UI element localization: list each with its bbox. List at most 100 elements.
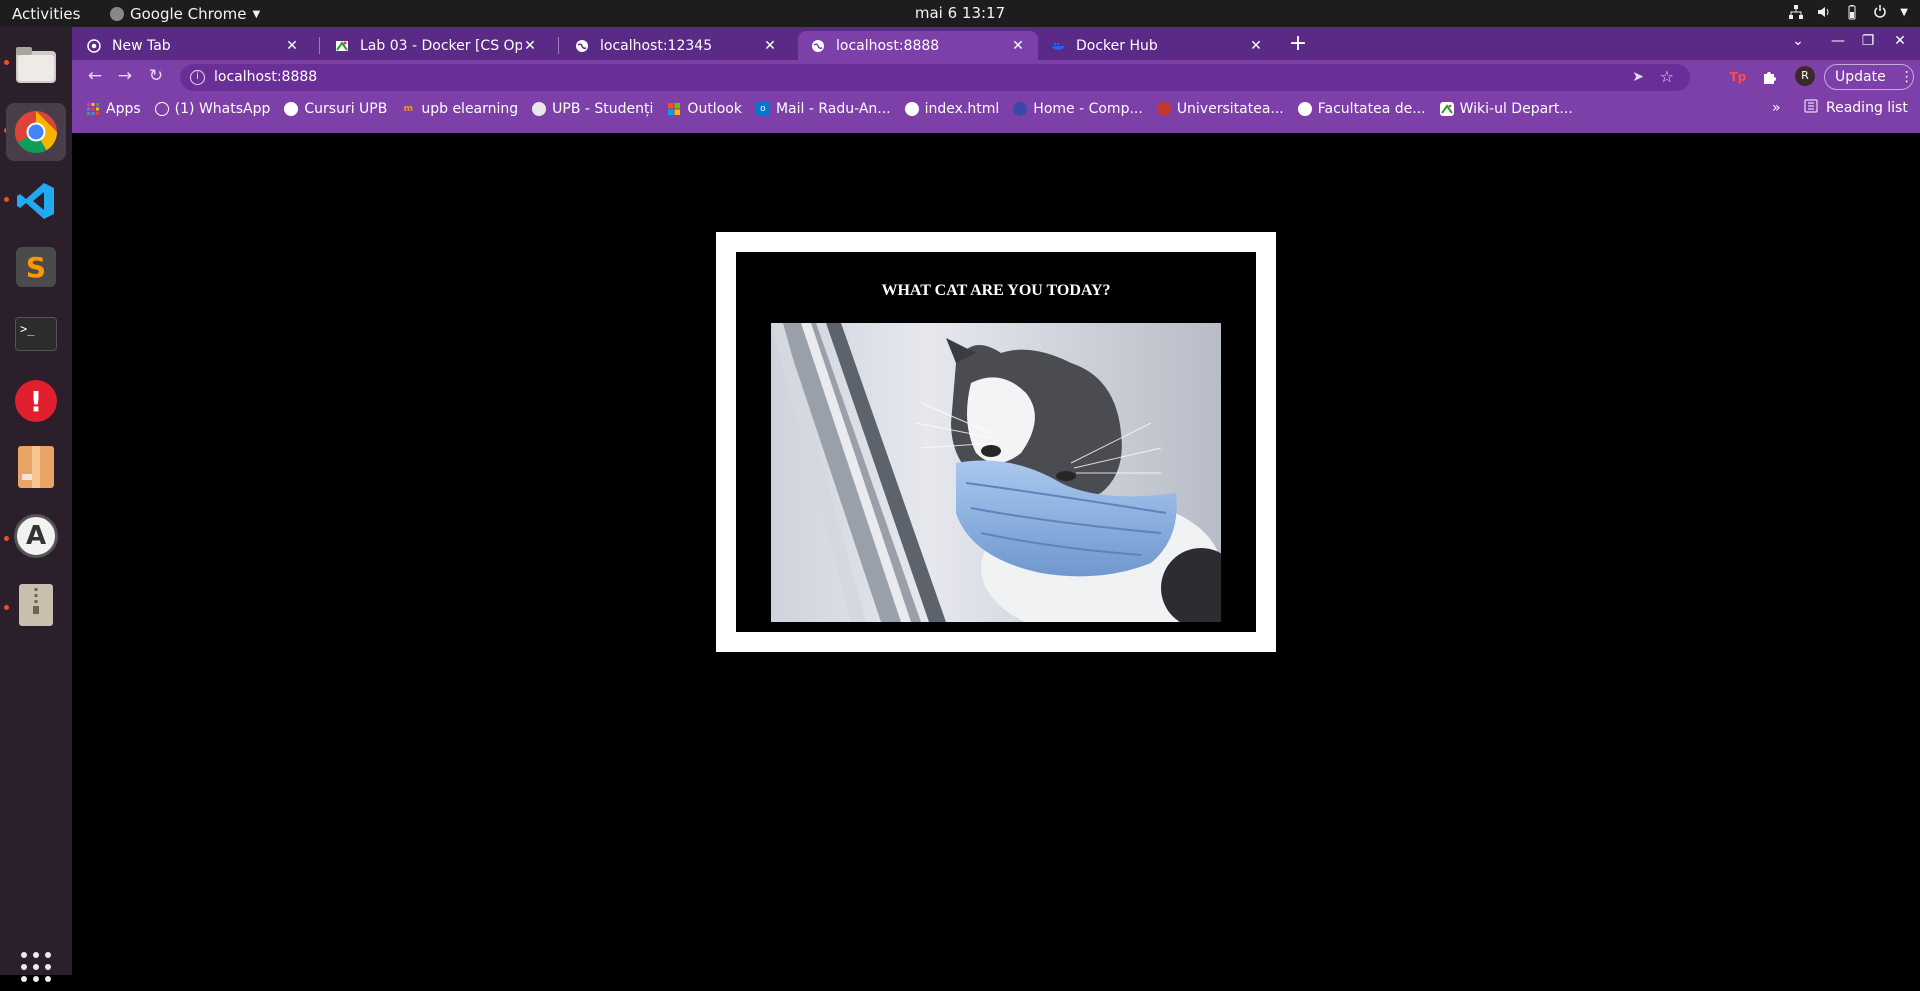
new-tab-button[interactable]: + xyxy=(1286,33,1310,57)
volume-icon xyxy=(1816,4,1832,20)
tab-title: Docker Hub xyxy=(1076,37,1158,54)
bookmark-outlook[interactable]: Outlook xyxy=(667,101,742,117)
close-tab-icon[interactable]: ✕ xyxy=(1010,38,1026,54)
bookmark-universitatea[interactable]: Universitatea... xyxy=(1156,100,1284,117)
tab-title: Lab 03 - Docker [CS Open C xyxy=(360,37,522,54)
close-tab-icon[interactable]: ✕ xyxy=(762,38,778,54)
tab-docker-hub[interactable]: Docker Hub ✕ xyxy=(1038,31,1276,60)
address-bar[interactable]: i localhost:8888 ➤ ☆ xyxy=(180,64,1690,91)
tab-title: localhost:12345 xyxy=(600,37,713,54)
reading-list-label: Reading list xyxy=(1826,100,1908,116)
running-indicator xyxy=(4,536,9,541)
content-frame: WHAT CAT ARE YOU TODAY? xyxy=(716,232,1276,652)
reading-list-icon xyxy=(1804,99,1818,117)
extension-tp-icon[interactable]: Tp xyxy=(1728,67,1748,87)
app-menu[interactable]: Google Chrome ▼ xyxy=(110,5,260,23)
tab-separator xyxy=(558,37,559,54)
clock[interactable]: mai 6 13:17 xyxy=(0,4,1920,22)
close-tab-icon[interactable]: ✕ xyxy=(522,38,538,54)
bookmark-cursuri-upb[interactable]: Cursuri UPB xyxy=(284,101,387,117)
send-to-device-icon[interactable]: ➤ xyxy=(1632,69,1644,85)
bookmark-apps[interactable]: Apps xyxy=(86,101,141,117)
bookmark-label: Facultatea de... xyxy=(1317,100,1426,117)
tab-localhost-12345[interactable]: localhost:12345 ✕ xyxy=(562,31,790,60)
update-label: Update xyxy=(1835,69,1886,85)
tab-new-tab[interactable]: New Tab ✕ xyxy=(74,31,312,60)
chrome-app-icon[interactable] xyxy=(6,103,66,161)
bookmark-label: Universitatea... xyxy=(1176,100,1284,117)
bookmark-label: index.html xyxy=(924,100,1000,117)
tab-lab-docker[interactable]: Lab 03 - Docker [CS Open C ✕ xyxy=(322,31,550,60)
minimize-window-icon[interactable]: — xyxy=(1828,33,1848,49)
bookmark-label: (1) WhatsApp xyxy=(174,100,271,117)
bookmark-label: Cursuri UPB xyxy=(304,100,388,117)
tab-title: New Tab xyxy=(112,37,171,54)
globe-icon xyxy=(574,38,590,54)
forward-arrow-icon[interactable]: → xyxy=(114,65,136,87)
upb-icon xyxy=(532,101,547,116)
battery-icon xyxy=(1844,4,1860,20)
site-info-icon[interactable]: i xyxy=(190,70,205,85)
terminal-app-icon[interactable]: >_ xyxy=(12,310,60,358)
tab-search-icon[interactable]: ⌄ xyxy=(1788,33,1808,49)
update-chrome-button[interactable]: Update ⋮ xyxy=(1824,64,1914,90)
tab-title: localhost:8888 xyxy=(836,37,940,54)
page-heading: WHAT CAT ARE YOU TODAY? xyxy=(881,282,1111,299)
browser-window: New Tab ✕ Lab 03 - Docker [CS Open C ✕ l… xyxy=(72,27,1920,133)
app-menu-label: Google Chrome xyxy=(130,5,247,23)
bookmark-label: Apps xyxy=(106,100,141,117)
bookmark-label: upb elearning xyxy=(421,100,519,117)
bookmark-index-html[interactable]: index.html xyxy=(904,100,1000,117)
bookmark-star-icon[interactable]: ☆ xyxy=(1660,67,1674,86)
activities-button[interactable]: Activities xyxy=(12,5,80,23)
system-tray[interactable]: ▼ xyxy=(1788,4,1908,20)
wiki-icon xyxy=(1439,101,1454,116)
bookmark-upb-elearning[interactable]: m upb elearning xyxy=(401,100,519,117)
page-viewport: WHAT CAT ARE YOU TODAY? xyxy=(72,133,1920,975)
microsoft-icon xyxy=(667,102,681,116)
bookmark-home-comp[interactable]: Home - Comp... xyxy=(1013,101,1143,117)
bookmarks-bar: Apps (1) WhatsApp Cursuri UPB m upb elea… xyxy=(72,92,1920,125)
university-icon xyxy=(1156,101,1171,116)
ubuntu-dock: S >_ ! A xyxy=(0,27,72,982)
globe-icon xyxy=(904,101,919,116)
bookmark-whatsapp[interactable]: (1) WhatsApp xyxy=(154,100,271,117)
bookmark-mail[interactable]: o Mail - Radu-An... xyxy=(755,101,891,117)
vscode-app-icon[interactable] xyxy=(12,177,60,225)
back-arrow-icon[interactable]: ← xyxy=(84,65,106,87)
archive-manager-app-icon[interactable] xyxy=(12,443,60,491)
show-applications-icon[interactable] xyxy=(12,943,60,991)
bookmark-label: UPB - Studenți xyxy=(552,100,654,117)
reload-icon[interactable]: ↻ xyxy=(145,65,167,87)
browser-toolbar: ← → ↻ i localhost:8888 ➤ ☆ Tp R Update ⋮ xyxy=(72,60,1920,92)
reading-list-button[interactable]: Reading list xyxy=(1804,99,1908,117)
extensions-puzzle-icon[interactable] xyxy=(1759,67,1779,87)
zip-archive-app-icon[interactable] xyxy=(12,581,60,629)
close-tab-icon[interactable]: ✕ xyxy=(284,38,300,54)
running-indicator xyxy=(4,197,9,202)
wiki-favicon-icon xyxy=(334,38,350,54)
software-center-app-icon[interactable]: A xyxy=(12,512,60,560)
cat-photo xyxy=(771,323,1221,622)
bookmark-label: Home - Comp... xyxy=(1033,100,1143,117)
restore-window-icon[interactable]: ❐ xyxy=(1858,33,1878,49)
running-indicator xyxy=(4,60,9,65)
close-window-icon[interactable]: ✕ xyxy=(1890,33,1910,49)
tab-localhost-8888[interactable]: localhost:8888 ✕ xyxy=(798,31,1038,60)
bookmark-facultatea[interactable]: Facultatea de... xyxy=(1297,100,1426,117)
globe-icon xyxy=(810,38,826,54)
globe-icon xyxy=(284,101,299,116)
bookmark-wiki-department[interactable]: Wiki-ul Depart... xyxy=(1439,101,1573,117)
network-icon xyxy=(1788,4,1804,20)
profile-avatar[interactable]: R xyxy=(1795,66,1815,86)
elearning-icon: m xyxy=(403,103,414,114)
close-tab-icon[interactable]: ✕ xyxy=(1248,38,1264,54)
bookmark-upb-studenti[interactable]: UPB - Studenți xyxy=(532,101,653,117)
sublime-text-app-icon[interactable]: S xyxy=(12,243,60,291)
files-app-icon[interactable] xyxy=(12,41,60,89)
running-indicator xyxy=(4,605,9,610)
caret-down-icon: ▼ xyxy=(1900,6,1908,18)
update-alert-app-icon[interactable]: ! xyxy=(12,377,60,425)
more-bookmarks-icon[interactable]: » xyxy=(1772,100,1781,116)
address-bar-url: localhost:8888 xyxy=(214,69,318,85)
